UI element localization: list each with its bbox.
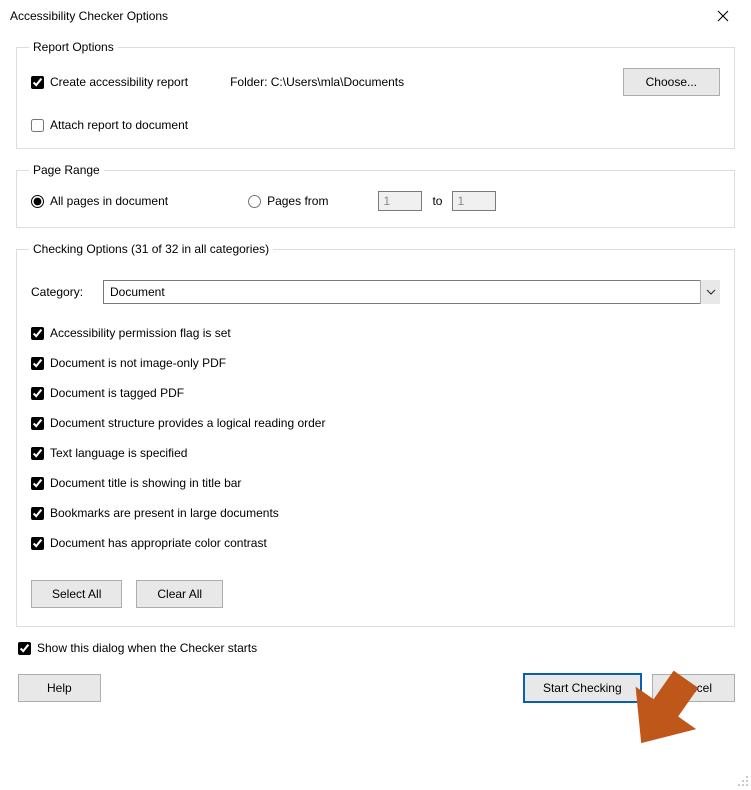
- checking-options-group: Checking Options (31 of 32 in all catego…: [16, 242, 735, 627]
- show-dialog-checkbox[interactable]: [18, 642, 31, 655]
- resize-grip-icon[interactable]: [735, 773, 749, 787]
- clear-all-button[interactable]: Clear All: [136, 580, 223, 608]
- page-to-input[interactable]: [452, 191, 496, 211]
- check-option-label: Accessibility permission flag is set: [50, 326, 231, 340]
- check-option-checkbox[interactable]: [31, 537, 44, 550]
- check-option-checkbox[interactable]: [31, 327, 44, 340]
- page-range-legend: Page Range: [29, 163, 104, 177]
- select-all-button[interactable]: Select All: [31, 580, 122, 608]
- category-label: Category:: [31, 285, 93, 299]
- check-option-checkbox[interactable]: [31, 477, 44, 490]
- create-report-label: Create accessibility report: [50, 75, 188, 89]
- check-option-checkbox[interactable]: [31, 507, 44, 520]
- check-option-row: Text language is specified: [31, 446, 720, 460]
- check-option-label: Document has appropriate color contrast: [50, 536, 267, 550]
- all-pages-radio[interactable]: [31, 195, 44, 208]
- report-options-group: Report Options Create accessibility repo…: [16, 40, 735, 149]
- check-option-row: Document is not image-only PDF: [31, 356, 720, 370]
- page-to-label: to: [432, 194, 442, 208]
- folder-path-label: Folder: C:\Users\mla\Documents: [230, 75, 404, 89]
- report-options-legend: Report Options: [29, 40, 118, 54]
- page-from-input[interactable]: [378, 191, 422, 211]
- help-button[interactable]: Help: [18, 674, 101, 702]
- check-option-checkbox[interactable]: [31, 417, 44, 430]
- check-option-row: Document structure provides a logical re…: [31, 416, 720, 430]
- cancel-button[interactable]: Cancel: [652, 674, 735, 702]
- title-bar: Accessibility Checker Options: [0, 0, 751, 32]
- choose-folder-button[interactable]: Choose...: [623, 68, 720, 96]
- attach-report-label: Attach report to document: [50, 118, 188, 132]
- close-icon: [717, 10, 729, 22]
- show-dialog-label: Show this dialog when the Checker starts: [37, 641, 257, 655]
- check-option-row: Bookmarks are present in large documents: [31, 506, 720, 520]
- attach-report-checkbox[interactable]: [31, 119, 44, 132]
- create-report-checkbox[interactable]: [31, 76, 44, 89]
- check-option-row: Accessibility permission flag is set: [31, 326, 720, 340]
- category-select[interactable]: Document: [103, 280, 720, 304]
- pages-from-label: Pages from: [267, 194, 328, 208]
- check-option-label: Document is not image-only PDF: [50, 356, 226, 370]
- check-option-row: Document title is showing in title bar: [31, 476, 720, 490]
- checking-options-list: Accessibility permission flag is set Docu…: [31, 326, 720, 550]
- check-option-checkbox[interactable]: [31, 447, 44, 460]
- start-checking-button[interactable]: Start Checking: [523, 673, 642, 703]
- check-option-checkbox[interactable]: [31, 387, 44, 400]
- check-option-label: Document title is showing in title bar: [50, 476, 241, 490]
- all-pages-label: All pages in document: [50, 194, 168, 208]
- check-option-checkbox[interactable]: [31, 357, 44, 370]
- check-option-label: Document structure provides a logical re…: [50, 416, 325, 430]
- pages-from-radio[interactable]: [248, 195, 261, 208]
- close-button[interactable]: [703, 2, 743, 30]
- check-option-label: Document is tagged PDF: [50, 386, 184, 400]
- check-option-row: Document is tagged PDF: [31, 386, 720, 400]
- check-option-row: Document has appropriate color contrast: [31, 536, 720, 550]
- check-option-label: Text language is specified: [50, 446, 187, 460]
- page-range-group: Page Range All pages in document Pages f…: [16, 163, 735, 228]
- check-option-label: Bookmarks are present in large documents: [50, 506, 279, 520]
- checking-options-legend: Checking Options (31 of 32 in all catego…: [29, 242, 273, 256]
- window-title: Accessibility Checker Options: [10, 9, 168, 23]
